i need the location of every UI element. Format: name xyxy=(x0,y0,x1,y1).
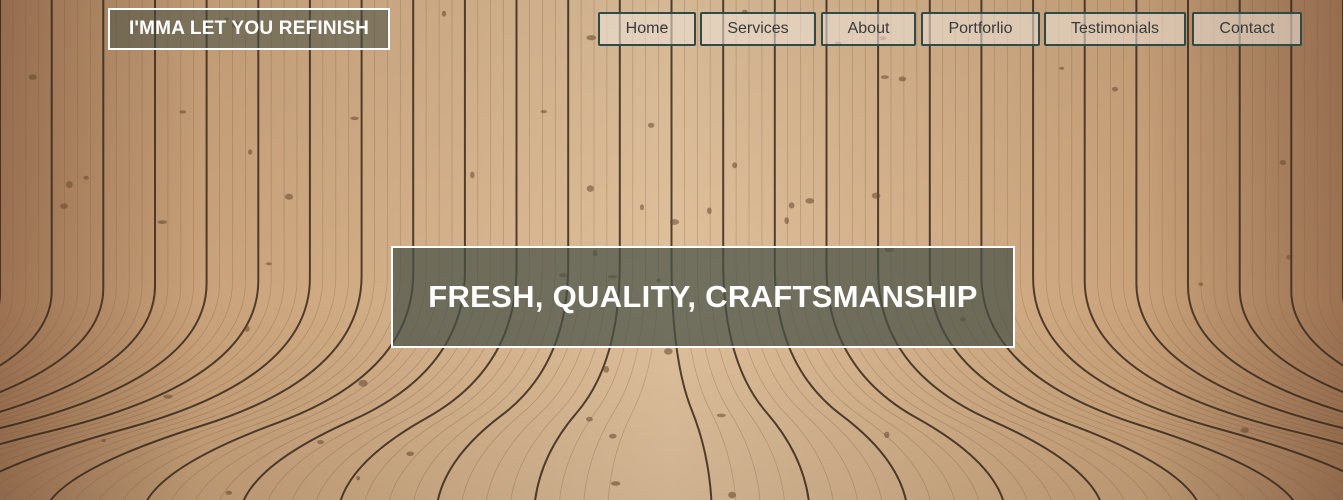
nav-portfolio-button[interactable]: Portforlio xyxy=(921,12,1040,46)
nav-home-button[interactable]: Home xyxy=(598,12,696,46)
nav-about-button[interactable]: About xyxy=(821,12,916,46)
hero-headline: FRESH, QUALITY, CRAFTSMANSHIP xyxy=(391,246,1015,348)
nav-testimonials-button[interactable]: Testimonials xyxy=(1044,12,1186,46)
main-nav: Home Services About Portforlio Testimoni… xyxy=(0,12,1343,46)
nav-contact-button[interactable]: Contact xyxy=(1192,12,1302,46)
nav-services-button[interactable]: Services xyxy=(700,12,816,46)
